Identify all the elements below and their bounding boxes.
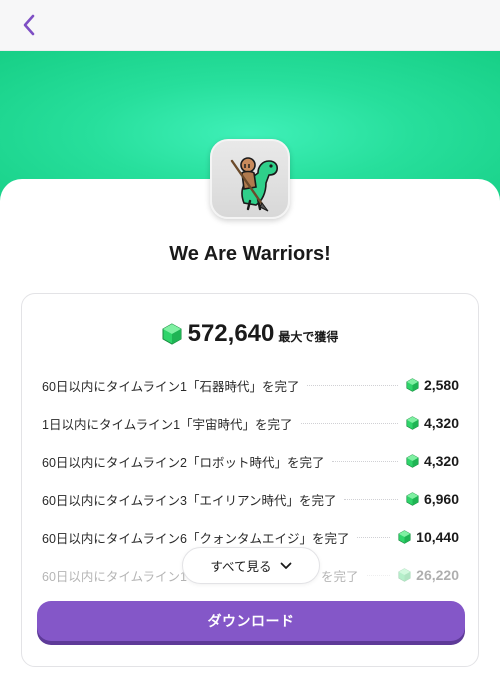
task-reward-value: 4,320 xyxy=(423,415,459,431)
rewards-card: 572,640 最大で獲得 60日以内にタイムライン1「石器時代」を完了 2,5… xyxy=(21,293,479,667)
gem-icon xyxy=(406,454,419,468)
back-button[interactable] xyxy=(14,10,44,40)
leader-dots xyxy=(357,536,391,538)
task-label: 60日以内にタイムライン6「クォンタムエイジ」を完了 xyxy=(42,531,350,546)
task-reward-value: 6,960 xyxy=(423,491,459,507)
gem-icon xyxy=(162,323,182,345)
see-all-label: すべて見る xyxy=(210,560,272,574)
task-label-tail: を完了 xyxy=(320,569,359,584)
task-reward-value: 26,220 xyxy=(416,567,459,583)
download-button[interactable]: ダウンロード xyxy=(37,601,465,641)
leader-dots xyxy=(307,384,398,386)
chevron-down-icon xyxy=(280,562,291,569)
task-reward-value: 10,440 xyxy=(416,529,459,545)
task-label: 60日以内にタイムライン3「エイリアン時代」を完了 xyxy=(42,493,337,508)
total-reward-value: 572,640 xyxy=(187,320,275,347)
gem-icon xyxy=(406,416,419,430)
gem-icon xyxy=(406,492,419,506)
list-item: 60日以内にタイムライン3「エイリアン時代」を完了 6,960 xyxy=(42,480,459,518)
gem-icon xyxy=(398,530,411,544)
chevron-left-icon xyxy=(23,14,35,36)
task-reward-value: 2,580 xyxy=(423,377,459,393)
leader-dots xyxy=(366,574,391,576)
list-item: 60日以内にタイムライン1「石器時代」を完了 2,580 xyxy=(42,366,459,404)
task-label: 60日以内にタイムライン2「ロボット時代」を完了 xyxy=(42,455,325,470)
task-reward-value: 4,320 xyxy=(423,453,459,469)
list-item: 1日以内にタイムライン1「宇宙時代」を完了 4,320 xyxy=(42,404,459,442)
top-bar xyxy=(0,0,500,51)
task-label: 60日以内にタイムライン1 xyxy=(42,569,187,584)
leader-dots xyxy=(300,422,398,424)
leader-dots xyxy=(344,498,398,500)
app-icon xyxy=(210,139,290,219)
leader-dots xyxy=(332,460,398,462)
list-item: 60日以内にタイムライン2「ロボット時代」を完了 4,320 xyxy=(42,442,459,480)
gem-icon xyxy=(398,568,411,582)
total-reward-suffix: 最大で獲得 xyxy=(278,330,339,344)
task-label: 60日以内にタイムライン1「石器時代」を完了 xyxy=(42,379,300,394)
app-title: We Are Warriors! xyxy=(169,243,331,265)
gem-icon xyxy=(406,378,419,392)
total-reward: 572,640 最大で獲得 xyxy=(22,320,478,348)
caveman-riding-dinosaur-icon xyxy=(230,157,278,212)
see-all-button[interactable]: すべて見る xyxy=(182,547,320,584)
task-label: 1日以内にタイムライン1「宇宙時代」を完了 xyxy=(42,417,293,432)
